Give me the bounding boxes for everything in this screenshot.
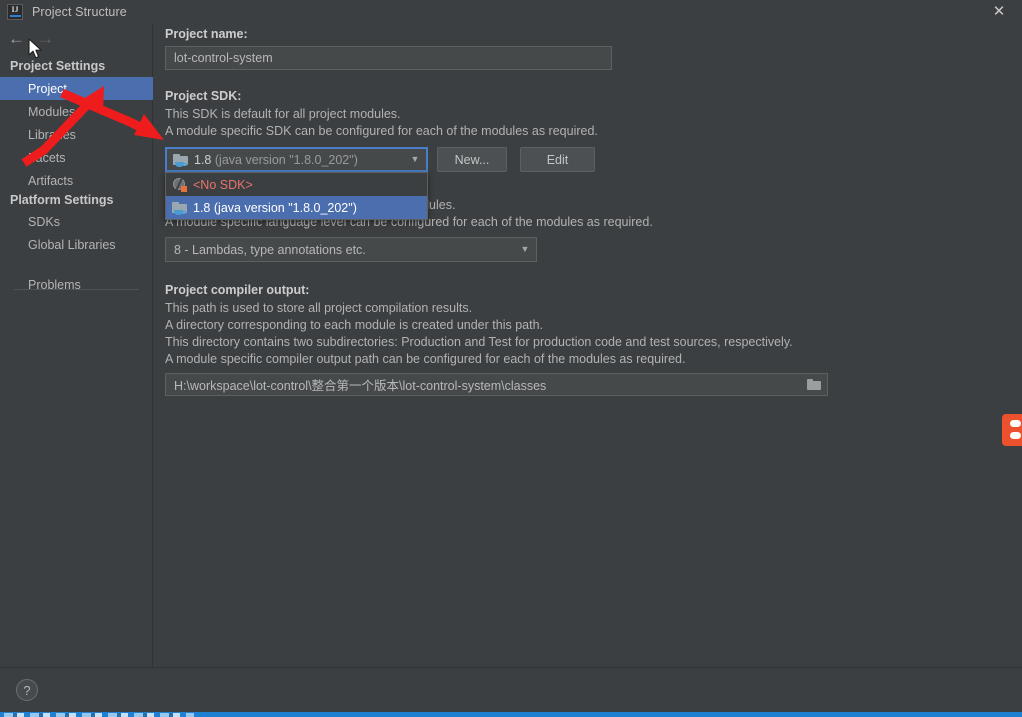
mouse-pointer-icon (28, 38, 42, 59)
sdk-option-jdk-18[interactable]: 1.8 (java version "1.8.0_202") (166, 196, 427, 219)
project-sdk-description-2: A module specific SDK can be configured … (165, 124, 598, 138)
sidebar-item-modules[interactable]: Modules (0, 100, 153, 123)
screen-recorder-icon[interactable] (1002, 414, 1022, 446)
folder-browse-icon[interactable] (801, 374, 827, 395)
project-compiler-output-label: Project compiler output: (165, 283, 310, 297)
sidebar-item-sdks[interactable]: SDKs (0, 210, 153, 233)
sdk-option-no-sdk[interactable]: <No SDK> (166, 173, 427, 196)
sidebar-item-label: Libraries (28, 127, 76, 142)
java-sdk-folder-icon (172, 201, 188, 215)
help-icon[interactable]: ? (16, 679, 38, 701)
window-title: Project Structure (32, 4, 127, 19)
java-sdk-folder-icon (173, 153, 189, 167)
no-sdk-icon (172, 177, 188, 192)
help-label: ? (23, 682, 31, 698)
project-sdk-dropdown-list[interactable]: <No SDK> 1.8 (java version "1.8.0_202") (165, 172, 428, 220)
project-name-value: lot-control-system (174, 51, 273, 65)
intellij-idea-logo-icon: IJ (7, 3, 23, 20)
project-compiler-output-value: H:\workspace\lot-control\整合第一个版本\lot-con… (174, 379, 547, 393)
window-titlebar: IJ Project Structure ✕ (0, 0, 1022, 23)
arrow-left-icon[interactable]: ← (8, 30, 25, 47)
sidebar-group-project-settings: Project Settings (10, 59, 106, 73)
project-sdk-combobox[interactable]: 1.8 (java version "1.8.0_202") ▼ (165, 147, 428, 172)
project-compiler-output-description-1: This path is used to store all project c… (165, 301, 473, 315)
project-compiler-output-input[interactable]: H:\workspace\lot-control\整合第一个版本\lot-con… (165, 373, 828, 396)
project-compiler-output-description-2: A directory corresponding to each module… (165, 318, 543, 332)
dialog-footer: ? OK Cancel Apply (0, 667, 1022, 712)
edit-sdk-button[interactable]: Edit (520, 147, 595, 172)
project-settings-panel: Project name: lot-control-system Project… (154, 23, 1022, 667)
project-structure-dialog: IJ Project Structure ✕ ← → Project Setti… (0, 0, 1022, 717)
sidebar-item-libraries[interactable]: Libraries (0, 123, 153, 146)
sidebar-item-label: Modules (28, 104, 76, 119)
taskbar-stub (4, 713, 194, 717)
sidebar-item-label: Problems (28, 277, 81, 292)
project-language-level-value: 8 - Lambdas, type annotations etc. (174, 242, 366, 257)
project-compiler-output-description-3: This directory contains two subdirectori… (165, 335, 793, 349)
sdk-option-label: <No SDK> (193, 177, 253, 192)
sidebar-item-artifacts[interactable]: Artifacts (0, 169, 153, 192)
chevron-down-icon[interactable]: ▼ (514, 245, 536, 254)
project-sdk-label: Project SDK: (165, 89, 242, 103)
sidebar-item-project[interactable]: Project (0, 77, 153, 100)
sidebar-item-label: Artifacts (28, 173, 74, 188)
sidebar-item-facets[interactable]: Facets (0, 146, 153, 169)
close-icon[interactable]: ✕ (976, 0, 1022, 23)
project-sdk-description-1: This SDK is default for all project modu… (165, 107, 401, 121)
project-sdk-selected-value: 1.8 (java version "1.8.0_202") (194, 152, 358, 167)
new-sdk-button[interactable]: New... (437, 147, 507, 172)
project-name-input[interactable]: lot-control-system (165, 46, 612, 70)
sidebar-item-label: Global Libraries (28, 237, 116, 252)
chevron-down-icon[interactable]: ▼ (404, 155, 426, 164)
project-name-label: Project name: (165, 27, 248, 41)
settings-sidebar: ← → Project Settings Project Modules Lib… (0, 23, 153, 667)
sdk-option-label: 1.8 (java version "1.8.0_202") (193, 200, 357, 215)
sidebar-group-platform-settings: Platform Settings (10, 193, 114, 207)
sidebar-item-label: Facets (28, 150, 66, 165)
sidebar-item-label: Project (28, 81, 67, 96)
project-language-level-combobox[interactable]: 8 - Lambdas, type annotations etc. ▼ (165, 237, 537, 262)
sidebar-item-global-libraries[interactable]: Global Libraries (0, 233, 153, 256)
sidebar-item-problems[interactable]: Problems (0, 273, 153, 296)
sidebar-item-label: SDKs (28, 214, 60, 229)
project-compiler-output-description-4: A module specific compiler output path c… (165, 352, 686, 366)
